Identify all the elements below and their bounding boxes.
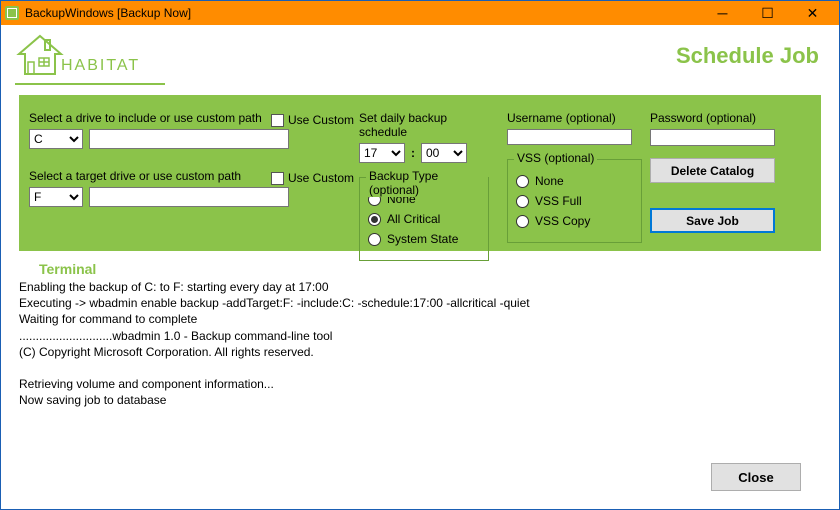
source-drive-select[interactable]: C (29, 129, 83, 149)
page-title: Schedule Job (676, 43, 819, 69)
vss-copy[interactable]: VSS Copy (516, 214, 633, 228)
delete-catalog-button[interactable]: Delete Catalog (650, 158, 775, 182)
terminal-output: Enabling the backup of C: to F: starting… (19, 279, 821, 409)
target-drive-select[interactable]: F (29, 187, 83, 207)
header: HABITAT Schedule Job (1, 25, 839, 87)
terminal-label: Terminal (39, 261, 839, 277)
window-title: BackupWindows [Backup Now] (25, 6, 191, 20)
schedule-hour-select[interactable]: 17 (359, 143, 405, 163)
schedule-label: Set daily backup schedule (359, 111, 489, 139)
radio-icon (368, 213, 381, 226)
username-input[interactable] (507, 129, 632, 145)
source-label: Select a drive to include or use custom … (29, 111, 262, 125)
source-use-custom[interactable]: Use Custom (271, 113, 354, 127)
target-use-custom[interactable]: Use Custom (271, 171, 354, 185)
app-window: BackupWindows [Backup Now] ─ ☐ ✕ HABITAT… (0, 0, 840, 510)
minimize-button[interactable]: ─ (700, 1, 745, 25)
backup-type-legend: Backup Type (optional) (366, 169, 488, 197)
source-path-input[interactable] (89, 129, 289, 149)
backup-type-allcritical[interactable]: All Critical (368, 212, 480, 226)
schedule-minute-select[interactable]: 00 (421, 143, 467, 163)
radio-icon (516, 175, 529, 188)
checkbox-icon (271, 114, 284, 127)
radio-icon (516, 215, 529, 228)
time-colon: : (411, 146, 415, 160)
house-icon (15, 34, 65, 78)
backup-type-systemstate[interactable]: System State (368, 232, 480, 246)
save-job-button[interactable]: Save Job (650, 208, 775, 233)
target-label: Select a target drive or use custom path (29, 169, 241, 183)
password-label: Password (optional) (650, 111, 805, 125)
logo: HABITAT (15, 34, 140, 78)
close-window-button[interactable]: ✕ (790, 1, 835, 25)
vss-fieldset: VSS (optional) None VSS Full VSS Copy (507, 159, 642, 243)
radio-icon (368, 233, 381, 246)
radio-icon (516, 195, 529, 208)
close-button[interactable]: Close (711, 463, 801, 491)
settings-panel: Select a drive to include or use custom … (19, 95, 821, 251)
vss-legend: VSS (optional) (514, 151, 597, 165)
app-icon (5, 6, 19, 20)
vss-none[interactable]: None (516, 174, 633, 188)
maximize-button[interactable]: ☐ (745, 1, 790, 25)
titlebar[interactable]: BackupWindows [Backup Now] ─ ☐ ✕ (1, 1, 839, 25)
checkbox-icon (271, 172, 284, 185)
username-label: Username (optional) (507, 111, 642, 125)
password-input[interactable] (650, 129, 775, 146)
backup-type-fieldset: Backup Type (optional) None All Critical… (359, 177, 489, 261)
vss-full[interactable]: VSS Full (516, 194, 633, 208)
target-path-input[interactable] (89, 187, 289, 207)
window-controls: ─ ☐ ✕ (700, 1, 835, 25)
brand-underline (15, 83, 165, 85)
brand-text: HABITAT (61, 57, 140, 75)
